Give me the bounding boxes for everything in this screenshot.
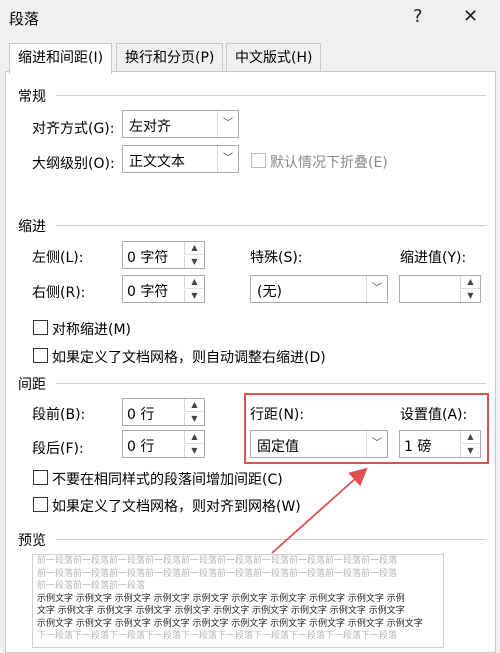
right-indent-spinner[interactable]: 0 字符 ▲ ▼ [122,275,205,303]
spin-down-icon[interactable]: ▼ [460,290,480,302]
chevron-down-icon: ﹀ [217,111,238,137]
spin-down-icon[interactable]: ▼ [184,445,204,457]
right-indent-value: 0 字符 [127,284,169,300]
preview-next-line: 下一段落下一段落下一段落下一段落下一段落下一段落下一段落下一段落下一段落下一段落 [37,631,398,641]
preview-prev-line: 前一段落前一段落前一段落前一段落前一段落前一段落前一段落前一段落前一段落前一段落 [37,568,398,579]
alignment-label: 对齐方式(G): [32,121,115,137]
outline-level-select[interactable]: 正文文本 ﹀ [122,145,239,173]
indent-by-label: 缩进值(Y): [400,250,467,266]
space-after-spinner[interactable]: 0 行 ▲ ▼ [122,430,205,458]
preview-sample-line: 文字 示例文字 示例文字 示例文字 示例文字 示例文字 示例文字 示例文字 示例… [37,606,405,616]
spin-up-icon[interactable]: ▲ [460,276,480,289]
indent-by-spinner[interactable]: ▲ ▼ [399,275,481,303]
preview-prev-line: 前一段落前一段落前一段落 [37,581,146,591]
left-indent-value: 0 字符 [127,250,169,266]
special-indent-value: (无) [257,284,282,300]
general-divider [56,95,486,96]
preview-divider [56,539,486,540]
spacing-heading: 间距 [18,377,46,393]
space-before-spinner[interactable]: 0 行 ▲ ▼ [122,398,205,426]
alignment-select[interactable]: 左对齐 ﹀ [122,110,239,138]
help-icon[interactable]: ? [413,6,423,27]
tab-line-page-breaks[interactable]: 换行和分页(P) [116,43,224,72]
preview-sample-line: 示例文字 示例文字 示例文字 示例文字 示例文字 示例文字 示例文字 示例文字 … [37,593,405,604]
spin-down-icon[interactable]: ▼ [184,413,204,425]
special-indent-select[interactable]: (无) ﹀ [250,275,388,303]
highlight-box [244,393,489,464]
indent-heading: 缩进 [18,219,46,235]
outline-level-value: 正文文本 [129,154,185,170]
space-after-value: 0 行 [127,439,155,455]
collapse-checkbox[interactable] [251,153,266,168]
snap-to-grid-checkbox[interactable] [33,497,48,512]
auto-adjust-indent-checkbox[interactable] [33,348,48,363]
no-space-same-style-checkbox[interactable] [33,470,48,485]
spin-up-icon[interactable]: ▲ [184,431,204,444]
space-after-label: 段后(F): [32,441,84,457]
chevron-down-icon: ﹀ [366,276,387,302]
preview-sample-line: 示例文字 示例文字 示例文字 示例文字 示例文字 示例文字 示例文字 示例文字 … [37,618,423,629]
outline-level-label: 大纲级别(O): [32,156,115,172]
space-before-label: 段前(B): [32,407,86,423]
close-icon[interactable]: ✕ [463,6,478,27]
indent-divider [56,225,486,226]
chevron-down-icon: ﹀ [217,146,238,172]
spin-up-icon[interactable]: ▲ [184,276,204,289]
preview-prev-line: 前一段落前一段落前一段落前一段落前一段落前一段落前一段落前一段落前一段落前一段落 [37,556,398,566]
spin-down-icon[interactable]: ▼ [184,256,204,268]
left-indent-spinner[interactable]: 0 字符 ▲ ▼ [122,241,205,269]
tab-asian-typography[interactable]: 中文版式(H) [226,43,322,72]
spacing-divider [56,383,486,384]
spin-up-icon[interactable]: ▲ [184,399,204,412]
tab-indents-spacing[interactable]: 缩进和间距(I) [9,43,113,74]
spin-down-icon[interactable]: ▼ [184,290,204,302]
space-before-value: 0 行 [127,407,155,423]
special-indent-label: 特殊(S): [250,250,303,266]
right-indent-label: 右侧(R): [32,285,86,301]
alignment-value: 左对齐 [129,119,171,135]
auto-adjust-indent-label: 如果定义了文档网格，则自动调整右缩进(D) [52,350,326,366]
collapse-label: 默认情况下折叠(E) [270,155,388,171]
spin-up-icon[interactable]: ▲ [184,242,204,255]
left-indent-label: 左侧(L): [32,250,84,266]
mirror-indents-label: 对称缩进(M) [52,322,132,338]
mirror-indents-checkbox[interactable] [33,320,48,335]
preview-heading: 预览 [18,533,46,549]
general-heading: 常规 [18,89,46,105]
dialog-title: 段落 [9,10,40,28]
no-space-same-style-label: 不要在相同样式的段落间增加间距(C) [52,472,283,488]
snap-to-grid-label: 如果定义了文档网格，则对齐到网格(W) [52,499,301,515]
preview-box: 前一段落前一段落前一段落前一段落前一段落前一段落前一段落前一段落前一段落前一段落… [32,554,444,648]
